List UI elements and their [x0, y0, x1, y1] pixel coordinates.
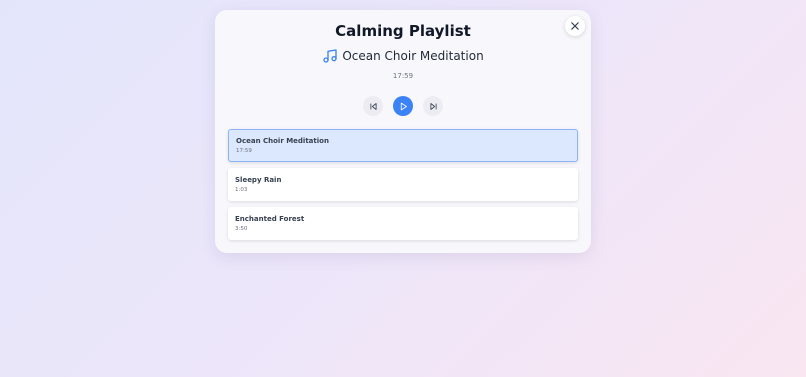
now-playing: Ocean Choir Meditation	[215, 48, 591, 64]
play-button[interactable]	[393, 96, 413, 116]
list-item[interactable]: Sleepy Rain 1:03	[228, 168, 578, 201]
player-controls	[215, 96, 591, 116]
track-duration: 17:59	[236, 148, 252, 154]
track-title: Enchanted Forest	[235, 215, 305, 223]
list-item[interactable]: Ocean Choir Meditation 17:59	[228, 129, 578, 162]
next-button[interactable]	[423, 96, 443, 116]
track-title: Sleepy Rain	[235, 176, 282, 184]
track-title: Ocean Choir Meditation	[236, 137, 329, 145]
page-title: Calming Playlist	[335, 22, 471, 40]
track-time: 17:59	[392, 72, 414, 80]
play-icon	[400, 102, 407, 110]
track-duration: 3:50	[235, 226, 248, 232]
list-item[interactable]: Enchanted Forest 3:50	[228, 207, 578, 240]
music-note-icon	[323, 49, 337, 63]
previous-button[interactable]	[363, 96, 383, 116]
playlist: Ocean Choir Meditation 17:59 Sleepy Rain…	[228, 129, 578, 246]
skip-next-icon	[429, 102, 437, 110]
track-duration: 1:03	[235, 187, 248, 193]
skip-previous-icon	[369, 102, 377, 110]
playlist-card: Calming Playlist Ocean Choir Meditation …	[215, 10, 591, 253]
now-playing-title: Ocean Choir Meditation	[342, 49, 484, 63]
